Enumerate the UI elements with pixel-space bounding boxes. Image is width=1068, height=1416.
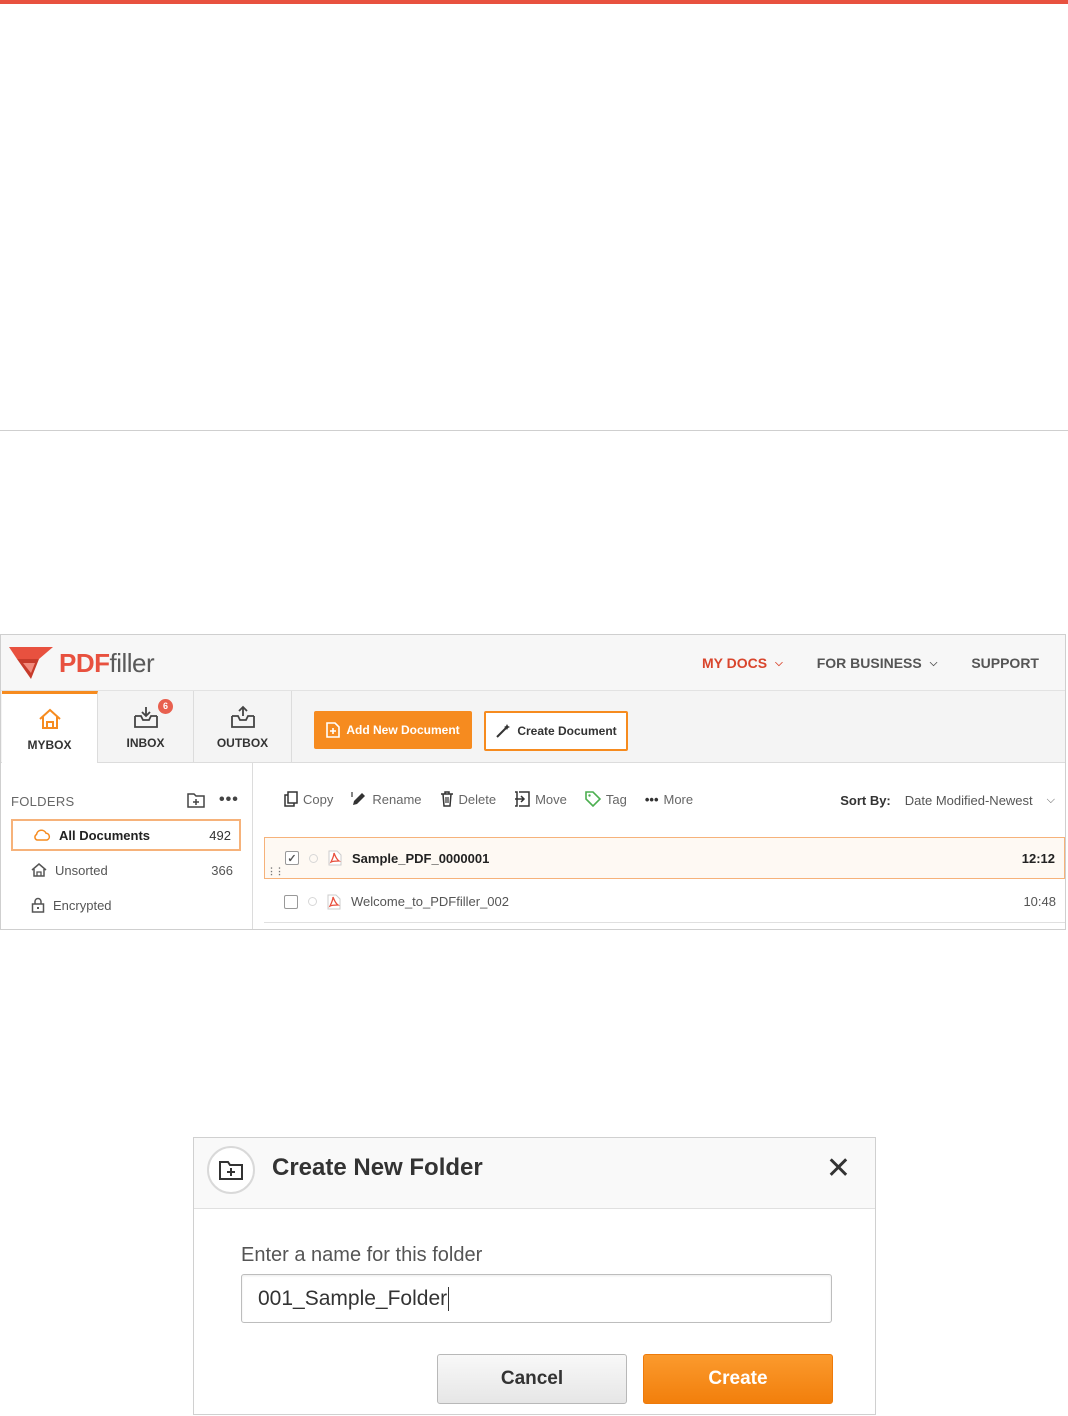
tag-label: Tag xyxy=(605,791,627,807)
dialog-title: Create New Folder xyxy=(272,1154,483,1181)
sort-control[interactable]: Sort By: Date Modified-Newest ⌵ xyxy=(840,793,1055,808)
move-icon xyxy=(515,791,530,807)
tab-inbox-label: INBOX xyxy=(126,736,165,750)
tabs-bar: MYBOX 6 INBOX OUTBOX Add New Document Cr… xyxy=(1,691,1065,763)
new-folder-icon xyxy=(207,1146,255,1194)
documents-panel: Copy Rename Delete Move Tag ••• More Sor… xyxy=(254,763,1065,929)
nav-for-business[interactable]: FOR BUSINESS ⌵ xyxy=(817,655,938,671)
chevron-down-icon: ⌵ xyxy=(929,657,938,669)
pdffiller-logo[interactable]: PDFfiller xyxy=(9,645,155,681)
folders-title: FOLDERS xyxy=(11,794,75,809)
nav-my-docs[interactable]: MY DOCS ⌵ xyxy=(702,655,783,671)
add-new-document-button[interactable]: Add New Document xyxy=(314,711,472,749)
cancel-button[interactable]: Cancel xyxy=(437,1354,627,1404)
more-dots-icon[interactable]: ••• xyxy=(219,791,239,809)
more-button[interactable]: ••• More xyxy=(645,792,693,807)
tag-icon xyxy=(585,791,601,807)
drag-handle-icon[interactable]: ⋮⋮ xyxy=(267,866,284,877)
document-row[interactable]: ⋮⋮ ✓ Sample_PDF_0000001 12:12 xyxy=(264,837,1065,879)
document-toolbar: Copy Rename Delete Move Tag ••• More xyxy=(284,791,693,807)
logo-filler-text: filler xyxy=(109,647,155,678)
outbox-icon xyxy=(230,705,255,728)
document-checkbox[interactable] xyxy=(284,894,298,909)
document-row[interactable]: Welcome_to_PDFfiller_002 10:48 xyxy=(264,881,1065,923)
tab-outbox-label: OUTBOX xyxy=(216,736,269,750)
nav-support[interactable]: SUPPORT xyxy=(971,655,1039,671)
logo-mark-icon xyxy=(9,647,53,679)
nav-for-business-label: FOR BUSINESS xyxy=(816,655,922,671)
create-document-button[interactable]: Create Document xyxy=(484,711,628,751)
folder-name-input[interactable]: 001_Sample_Folder xyxy=(241,1274,832,1323)
folder-name-value: 001_Sample_Folder xyxy=(258,1286,448,1310)
copy-label: Copy xyxy=(303,791,334,807)
pdffiller-app-screenshot: PDFfiller MY DOCS ⌵ FOR BUSINESS ⌵ SUPPO… xyxy=(0,634,1066,930)
add-document-icon xyxy=(326,722,341,738)
house-icon xyxy=(31,863,47,877)
delete-label: Delete xyxy=(458,791,497,807)
folder-label: All Documents xyxy=(59,827,151,843)
more-label: More xyxy=(663,791,694,807)
copy-icon xyxy=(284,791,298,807)
folder-encrypted[interactable]: Encrypted xyxy=(11,889,241,921)
rename-button[interactable]: Rename xyxy=(351,791,422,807)
pdf-file-icon xyxy=(328,850,342,866)
tag-button[interactable]: Tag xyxy=(585,791,627,807)
top-navigation: MY DOCS ⌵ FOR BUSINESS ⌵ SUPPORT xyxy=(702,655,1039,671)
sort-value: Date Modified-Newest xyxy=(904,793,1033,808)
create-button[interactable]: Create xyxy=(643,1354,833,1404)
document-name[interactable]: Sample_PDF_0000001 xyxy=(352,851,489,866)
move-button[interactable]: Move xyxy=(514,791,567,807)
more-dots-icon: ••• xyxy=(644,791,659,807)
rename-label: Rename xyxy=(372,791,422,807)
dialog-header: Create New Folder ✕ xyxy=(194,1138,875,1209)
folder-name-label: Enter a name for this folder xyxy=(241,1244,483,1266)
folders-sidebar: FOLDERS ••• All Documents 492 Unsorted 3… xyxy=(1,763,253,929)
text-caret xyxy=(448,1286,450,1311)
sort-label: Sort By: xyxy=(840,793,891,808)
create-folder-dialog: Create New Folder ✕ Enter a name for thi… xyxy=(193,1137,876,1415)
chevron-down-icon: ⌵ xyxy=(775,657,783,669)
top-accent-bar xyxy=(0,0,1068,4)
section-divider xyxy=(0,430,1068,431)
document-checkbox[interactable]: ✓ xyxy=(285,851,299,865)
chevron-down-icon: ⌵ xyxy=(1046,794,1055,806)
tab-mybox[interactable]: MYBOX xyxy=(2,691,98,763)
folder-unsorted[interactable]: Unsorted 366 xyxy=(11,854,241,886)
folders-actions: ••• xyxy=(187,791,239,809)
nav-support-label: SUPPORT xyxy=(971,655,1039,671)
tab-outbox[interactable]: OUTBOX xyxy=(194,691,292,763)
cloud-icon xyxy=(33,829,51,841)
star-toggle[interactable] xyxy=(308,897,317,906)
folder-label: Encrypted xyxy=(53,897,112,913)
home-icon xyxy=(38,708,61,729)
copy-button[interactable]: Copy xyxy=(284,791,333,807)
app-header: PDFfiller MY DOCS ⌵ FOR BUSINESS ⌵ SUPPO… xyxy=(1,635,1065,691)
create-document-label: Create Document xyxy=(517,724,617,738)
add-new-document-label: Add New Document xyxy=(346,723,460,737)
folder-label: Unsorted xyxy=(55,862,108,878)
document-time: 10:48 xyxy=(1023,894,1056,909)
logo-text: PDFfiller xyxy=(59,647,155,679)
lock-icon xyxy=(31,897,45,913)
document-time: 12:12 xyxy=(1021,850,1055,866)
document-name[interactable]: Welcome_to_PDFfiller_002 xyxy=(351,894,509,909)
folder-count: 366 xyxy=(211,862,233,878)
trash-icon xyxy=(440,791,453,807)
inbox-icon xyxy=(133,707,158,728)
nav-my-docs-label: MY DOCS xyxy=(702,655,768,671)
tab-inbox[interactable]: 6 INBOX xyxy=(98,691,194,763)
add-folder-icon[interactable] xyxy=(187,792,205,808)
pdf-file-icon xyxy=(327,894,341,910)
folder-all-documents[interactable]: All Documents 492 xyxy=(11,819,241,851)
star-toggle[interactable] xyxy=(309,853,318,863)
inbox-badge: 6 xyxy=(158,699,173,714)
tab-mybox-label: MYBOX xyxy=(27,737,72,752)
delete-button[interactable]: Delete xyxy=(440,791,497,807)
close-icon[interactable]: ✕ xyxy=(826,1154,851,1184)
logo-pdf-text: PDF xyxy=(59,647,110,678)
pencil-icon xyxy=(351,792,366,805)
folder-count: 492 xyxy=(209,827,231,843)
magic-wand-icon xyxy=(496,724,511,738)
move-label: Move xyxy=(535,791,567,807)
